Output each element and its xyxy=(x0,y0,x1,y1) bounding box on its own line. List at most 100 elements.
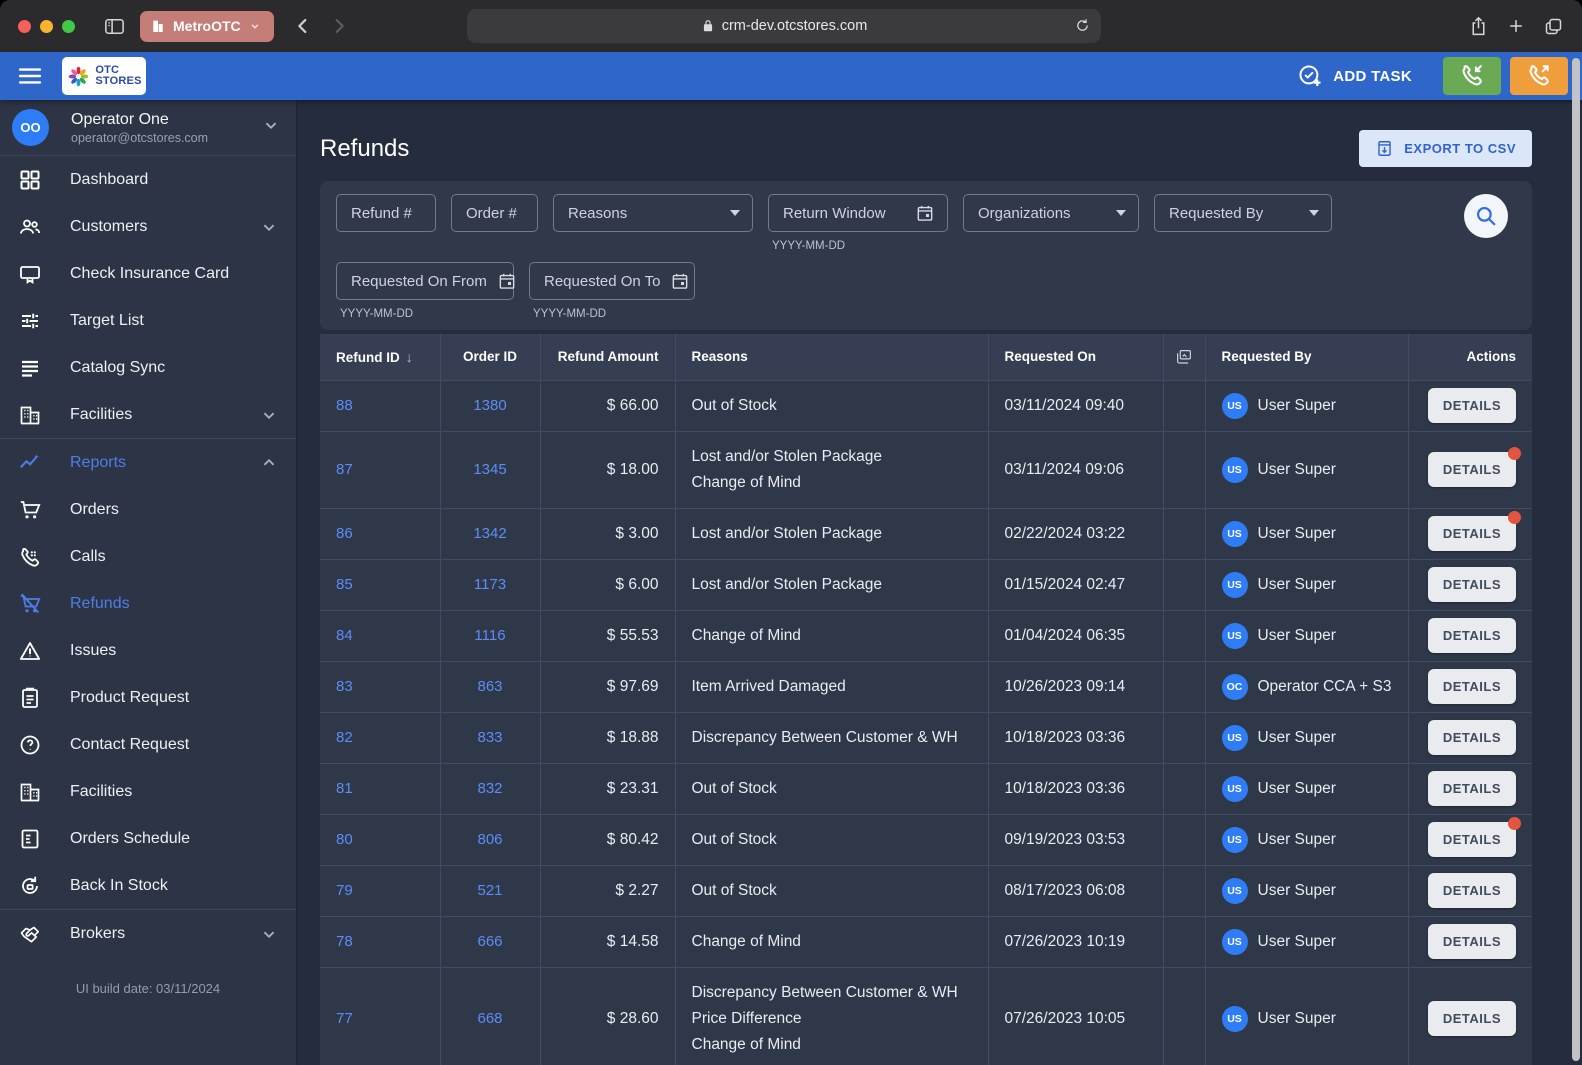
requested-by-select[interactable]: Requested By xyxy=(1154,194,1332,232)
incoming-call-button[interactable] xyxy=(1443,57,1501,95)
order-id-link[interactable]: 1173 xyxy=(474,576,506,593)
refund-amount: $ 23.31 xyxy=(540,763,675,814)
sidebar-item-label: Contact Request xyxy=(70,736,280,754)
browser-forward-button[interactable] xyxy=(328,15,350,37)
url-bar[interactable]: crm-dev.otcstores.com xyxy=(467,9,1101,43)
refund-id-link[interactable]: 86 xyxy=(336,525,353,542)
sidebar-item-facilities[interactable]: Facilities xyxy=(0,768,296,815)
sidebar-item-check-insurance-card[interactable]: Check Insurance Card xyxy=(0,250,296,297)
browser-sidebar-toggle-icon[interactable] xyxy=(103,15,126,38)
sidebar-item-customers[interactable]: Customers xyxy=(0,203,296,250)
order-id-link[interactable]: 1345 xyxy=(473,461,506,478)
requested-on-from-date-input[interactable]: Requested On From xyxy=(336,262,514,300)
refund-amount: $ 80.42 xyxy=(540,814,675,865)
refund-id-link[interactable]: 78 xyxy=(336,933,353,950)
details-button[interactable]: DETAILS xyxy=(1428,771,1516,806)
sidebar-item-back-in-stock[interactable]: Back In Stock xyxy=(0,862,296,909)
refund-id-link[interactable]: 85 xyxy=(336,576,353,593)
search-button[interactable] xyxy=(1464,194,1508,238)
requested-by-name: Operator CCA + S3 xyxy=(1258,674,1392,700)
calendar-icon[interactable] xyxy=(915,203,935,223)
calendar-icon[interactable] xyxy=(670,271,690,291)
order-id-link[interactable]: 806 xyxy=(477,831,502,848)
sidebar-item-issues[interactable]: Issues xyxy=(0,627,296,674)
share-icon[interactable] xyxy=(1468,16,1489,37)
new-tab-icon[interactable] xyxy=(1506,16,1526,36)
order-id-link[interactable]: 666 xyxy=(477,933,502,950)
refund-number-input[interactable]: Refund # xyxy=(336,194,436,232)
user-menu[interactable]: OO Operator One operator@otcstores.com xyxy=(0,100,296,156)
order-id-link[interactable]: 833 xyxy=(477,729,502,746)
sidebar-item-target-list[interactable]: Target List xyxy=(0,297,296,344)
minimize-window-button[interactable] xyxy=(40,20,53,33)
details-button[interactable]: DETAILS xyxy=(1428,720,1516,755)
sidebar-item-catalog-sync[interactable]: Catalog Sync xyxy=(0,344,296,391)
refund-id-link[interactable]: 82 xyxy=(336,729,353,746)
details-button[interactable]: DETAILS xyxy=(1428,567,1516,602)
close-window-button[interactable] xyxy=(18,20,31,33)
images-cell xyxy=(1163,712,1205,763)
details-button[interactable]: DETAILS xyxy=(1428,1001,1516,1036)
sidebar-item-label: Orders Schedule xyxy=(70,830,280,848)
sidebar-item-dashboard[interactable]: Dashboard xyxy=(0,156,296,203)
calendar-icon[interactable] xyxy=(497,271,517,291)
add-task-button[interactable]: ADD TASK xyxy=(1297,63,1412,89)
sidebar-item-product-request[interactable]: Product Request xyxy=(0,674,296,721)
sidebar-item-orders-schedule[interactable]: Orders Schedule xyxy=(0,815,296,862)
column-header-requested-on[interactable]: Requested On xyxy=(988,334,1163,380)
browser-back-button[interactable] xyxy=(292,15,314,37)
sort-descending-icon[interactable]: ↓ xyxy=(406,349,413,365)
tab-overview-icon[interactable] xyxy=(1543,16,1564,37)
sidebar-item-reports[interactable]: Reports xyxy=(0,439,296,486)
sidebar-item-calls[interactable]: Calls xyxy=(0,533,296,580)
column-header-requested-by[interactable]: Requested By xyxy=(1205,334,1408,380)
window-scrollbar[interactable] xyxy=(1572,58,1580,1061)
details-button[interactable]: DETAILS xyxy=(1428,669,1516,704)
order-number-input[interactable]: Order # xyxy=(451,194,538,232)
refund-id-link[interactable]: 80 xyxy=(336,831,353,848)
column-header-reasons[interactable]: Reasons xyxy=(675,334,988,380)
reasons-select[interactable]: Reasons xyxy=(553,194,753,232)
hamburger-menu-icon[interactable] xyxy=(16,62,44,90)
reload-icon[interactable] xyxy=(1074,17,1091,34)
sidebar-item-facilities[interactable]: Facilities xyxy=(0,391,296,438)
order-id-link[interactable]: 863 xyxy=(477,678,502,695)
refund-id-link[interactable]: 83 xyxy=(336,678,353,695)
refund-id-link[interactable]: 81 xyxy=(336,780,353,797)
column-header-images[interactable] xyxy=(1163,334,1205,380)
order-id-link[interactable]: 668 xyxy=(477,1010,502,1027)
details-button[interactable]: DETAILS xyxy=(1428,452,1516,487)
refund-id-link[interactable]: 79 xyxy=(336,882,353,899)
organizations-select[interactable]: Organizations xyxy=(963,194,1139,232)
refund-id-link[interactable]: 77 xyxy=(336,1010,353,1027)
refund-id-link[interactable]: 88 xyxy=(336,397,353,414)
sidebar-item-contact-request[interactable]: Contact Request xyxy=(0,721,296,768)
details-button[interactable]: DETAILS xyxy=(1428,924,1516,959)
order-id-link[interactable]: 1116 xyxy=(474,627,505,644)
order-id-link[interactable]: 521 xyxy=(477,882,502,899)
outgoing-call-button[interactable] xyxy=(1510,57,1568,95)
column-header-refund-id[interactable]: Refund ID↓ xyxy=(320,334,440,380)
sidebar-item-refunds[interactable]: Refunds xyxy=(0,580,296,627)
requested-on-to-date-input[interactable]: Requested On To xyxy=(529,262,695,300)
sidebar-item-orders[interactable]: Orders xyxy=(0,486,296,533)
order-id-link[interactable]: 1342 xyxy=(473,525,506,542)
details-button[interactable]: DETAILS xyxy=(1428,516,1516,551)
order-id-link[interactable]: 1380 xyxy=(473,397,506,414)
refund-id-link[interactable]: 87 xyxy=(336,461,353,478)
column-header-order-id[interactable]: Order ID xyxy=(440,334,540,380)
otc-stores-logo[interactable]: OTCSTORES xyxy=(62,57,146,95)
refund-id-link[interactable]: 84 xyxy=(336,627,353,644)
details-button[interactable]: DETAILS xyxy=(1428,822,1516,857)
return-window-date-input[interactable]: Return Window xyxy=(768,194,948,232)
sidebar-item-brokers[interactable]: Brokers xyxy=(0,910,296,957)
details-button[interactable]: DETAILS xyxy=(1428,618,1516,653)
details-button[interactable]: DETAILS xyxy=(1428,388,1516,423)
details-button[interactable]: DETAILS xyxy=(1428,873,1516,908)
chevron-down-icon xyxy=(260,114,282,141)
browser-tab-group[interactable]: MetroOTC xyxy=(140,11,274,42)
export-to-csv-button[interactable]: EXPORT TO CSV xyxy=(1359,130,1532,167)
column-header-refund-amount[interactable]: Refund Amount xyxy=(540,334,675,380)
zoom-window-button[interactable] xyxy=(62,20,75,33)
order-id-link[interactable]: 832 xyxy=(477,780,502,797)
